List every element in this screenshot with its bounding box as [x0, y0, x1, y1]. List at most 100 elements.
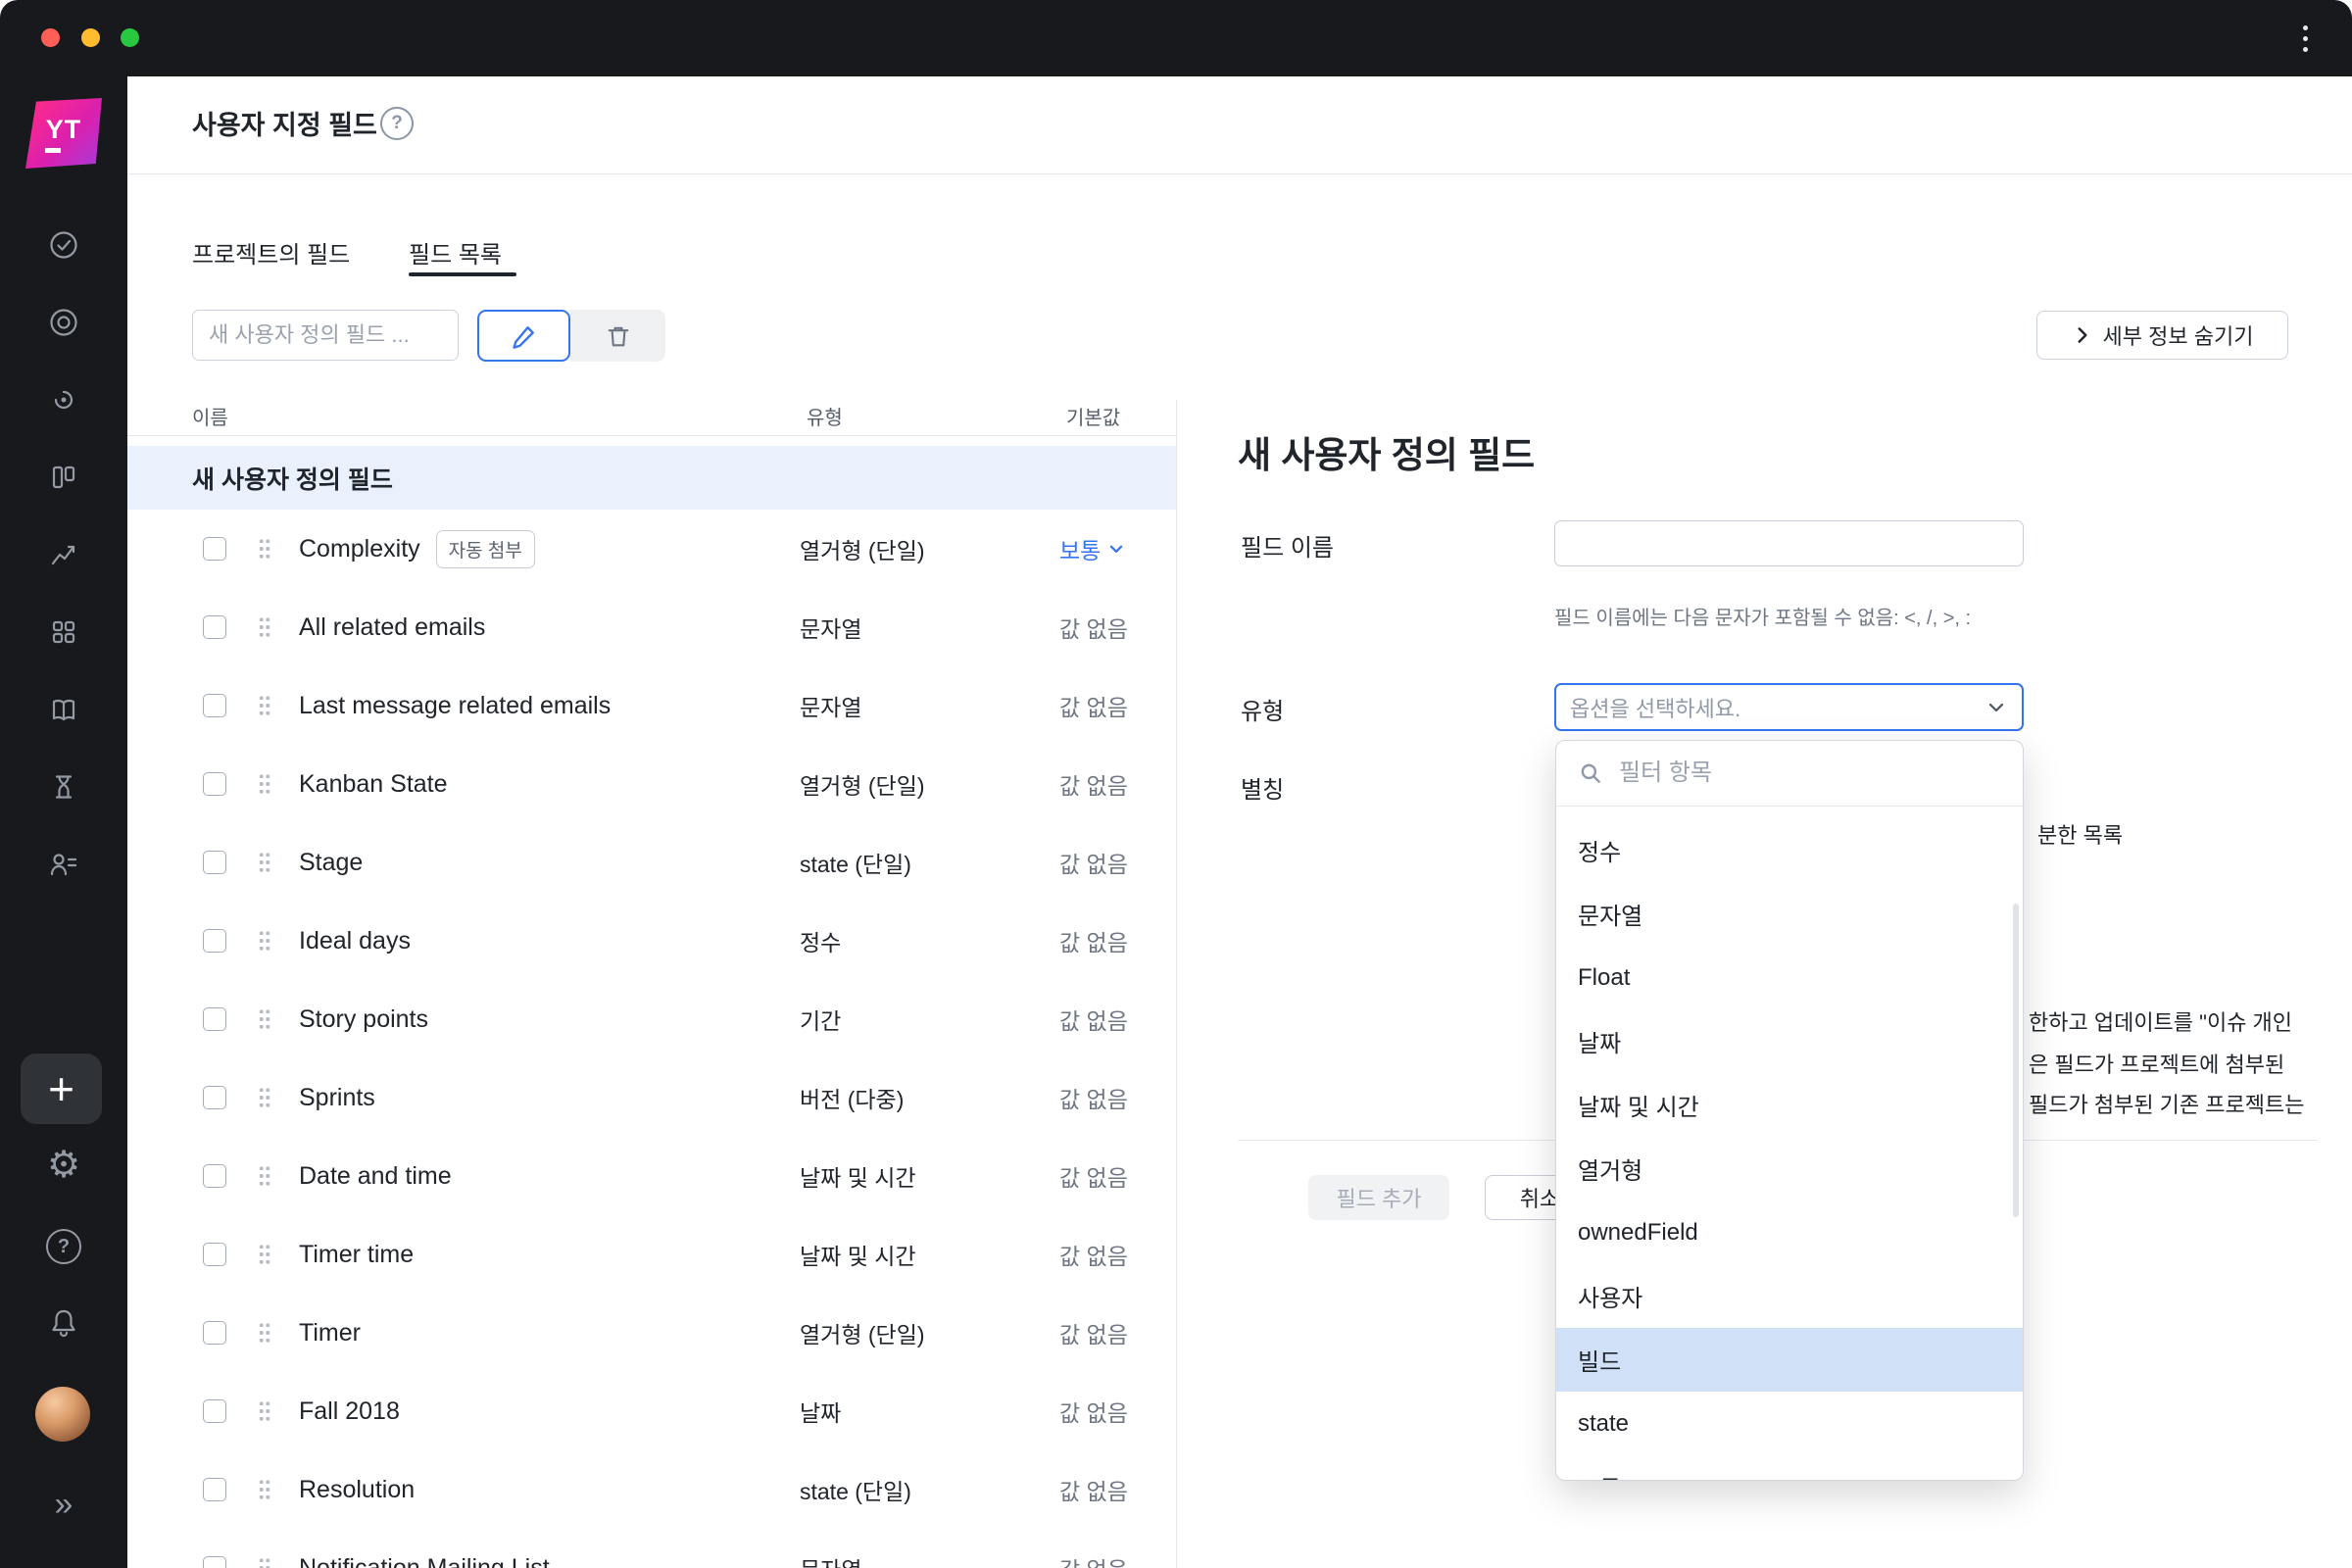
dropdown-option-build[interactable]: 빌드 [1556, 1328, 2023, 1392]
field-name: Timer [299, 1318, 361, 1347]
create-button[interactable]: + [21, 1054, 102, 1124]
table-row[interactable]: Stage state (단일) 값 없음 [127, 823, 1176, 902]
trend-chart-icon[interactable] [47, 538, 80, 571]
field-name-input[interactable] [1554, 520, 2024, 566]
add-field-button[interactable]: 필드 추가 [1308, 1175, 1449, 1220]
youtrack-logo[interactable]: YT [25, 98, 102, 169]
radar-icon[interactable] [47, 383, 80, 416]
target-icon[interactable] [47, 306, 80, 339]
window-menu-kebab-icon[interactable] [2285, 16, 2325, 61]
selected-new-field-row[interactable]: 새 사용자 정의 필드 [127, 446, 1176, 510]
table-row[interactable]: Kanban State 열거형 (단일) 값 없음 [127, 745, 1176, 823]
dropdown-scrollbar[interactable] [2013, 904, 2019, 1217]
dropdown-option-enum[interactable]: 열거형 [1556, 1137, 2023, 1200]
apps-grid-icon[interactable] [47, 615, 80, 649]
help-icon[interactable]: ? [0, 1229, 127, 1264]
drag-handle-icon[interactable] [258, 538, 271, 560]
dropdown-option-datetime[interactable]: 날짜 및 시간 [1556, 1073, 2023, 1137]
minimize-window-button[interactable] [81, 28, 100, 47]
dropdown-option-integer[interactable]: 정수 [1556, 818, 2023, 882]
dropdown-option-user[interactable]: 사용자 [1556, 1264, 2023, 1328]
drag-handle-icon[interactable] [258, 1165, 271, 1187]
dropdown-filter-input[interactable] [1617, 759, 2001, 788]
check-circle-icon[interactable] [47, 228, 80, 262]
notifications-bell-icon[interactable] [0, 1305, 127, 1339]
edit-field-button[interactable] [477, 310, 570, 362]
drag-handle-icon[interactable] [258, 695, 271, 716]
page-help-icon[interactable]: ? [380, 107, 414, 140]
table-row[interactable]: Timer time 날짜 및 시간 값 없음 [127, 1215, 1176, 1294]
hide-details-button[interactable]: 세부 정보 숨기기 [2036, 311, 2288, 360]
hourglass-icon[interactable] [47, 770, 80, 804]
dropdown-option-ownedfield[interactable]: ownedField [1556, 1200, 2023, 1264]
dropdown-option-state[interactable]: state [1556, 1392, 2023, 1455]
type-dropdown: 정수 문자열 Float 날짜 날짜 및 시간 열거형 ownedField 사… [1555, 740, 2024, 1481]
drag-handle-icon[interactable] [258, 930, 271, 952]
main-content: 사용자 지정 필드 ? 프로젝트의 필드 필드 목록 세부 정보 숨기기 이름 … [127, 76, 2352, 1568]
table-row[interactable]: Notification Mailing List 문자열 값 없음 [127, 1529, 1176, 1568]
table-row[interactable]: Sprints 버전 (다중) 값 없음 [127, 1058, 1176, 1137]
new-field-search-input[interactable] [192, 310, 459, 361]
default-value-link[interactable]: 보통 [1059, 532, 1176, 565]
table-row[interactable]: Ideal days 정수 값 없음 [127, 902, 1176, 980]
row-checkbox[interactable] [203, 694, 226, 717]
close-window-button[interactable] [41, 28, 60, 47]
default-value: 값 없음 [1059, 773, 1128, 799]
drag-handle-icon[interactable] [258, 1557, 271, 1568]
row-checkbox[interactable] [203, 1086, 226, 1109]
row-checkbox[interactable] [203, 1321, 226, 1345]
row-checkbox[interactable] [203, 1164, 226, 1188]
default-value: 값 없음 [1059, 1479, 1128, 1504]
zoom-window-button[interactable] [121, 28, 139, 47]
row-checkbox[interactable] [203, 929, 226, 953]
row-checkbox[interactable] [203, 772, 226, 796]
row-checkbox[interactable] [203, 1243, 226, 1266]
drag-handle-icon[interactable] [258, 1244, 271, 1265]
drag-handle-icon[interactable] [258, 1479, 271, 1500]
field-name: Resolution [299, 1475, 416, 1503]
tab-project-fields[interactable]: 프로젝트의 필드 [192, 235, 350, 270]
column-header-default: 기본값 [1066, 408, 1121, 429]
drag-handle-icon[interactable] [258, 1322, 271, 1344]
tab-field-list[interactable]: 필드 목록 [409, 235, 502, 270]
kanban-board-icon[interactable] [47, 461, 80, 494]
header-divider [127, 173, 2352, 174]
dropdown-option-float[interactable]: Float [1556, 946, 2023, 1009]
drag-handle-icon[interactable] [258, 1008, 271, 1030]
row-checkbox[interactable] [203, 615, 226, 639]
row-checkbox[interactable] [203, 1556, 226, 1568]
field-name: Sprints [299, 1083, 375, 1111]
default-value: 값 없음 [1059, 1551, 1176, 1568]
dropdown-option-group[interactable]: 그룹 [1556, 1455, 2023, 1480]
table-row[interactable]: Last message related emails 문자열 값 없음 [127, 666, 1176, 745]
type-select[interactable]: 옵션을 선택하세요. [1554, 683, 2024, 731]
field-name: Fall 2018 [299, 1396, 400, 1425]
drag-handle-icon[interactable] [258, 616, 271, 638]
row-checkbox[interactable] [203, 537, 226, 561]
drag-handle-icon[interactable] [258, 852, 271, 873]
logo-dash [45, 148, 61, 153]
table-row[interactable]: Timer 열거형 (단일) 값 없음 [127, 1294, 1176, 1372]
drag-handle-icon[interactable] [258, 1087, 271, 1108]
table-row[interactable]: Date and time 날짜 및 시간 값 없음 [127, 1137, 1176, 1215]
team-icon[interactable] [47, 848, 80, 881]
row-checkbox[interactable] [203, 851, 226, 874]
row-checkbox[interactable] [203, 1399, 226, 1423]
table-row[interactable]: All related emails 문자열 값 없음 [127, 588, 1176, 666]
book-icon[interactable] [47, 693, 80, 726]
row-checkbox[interactable] [203, 1478, 226, 1501]
dropdown-option-string[interactable]: 문자열 [1556, 882, 2023, 946]
settings-gear-icon[interactable]: ⚙ [0, 1147, 127, 1184]
drag-handle-icon[interactable] [258, 1400, 271, 1422]
table-row[interactable]: Resolution state (단일) 값 없음 [127, 1450, 1176, 1529]
table-row[interactable]: Fall 2018 날짜 값 없음 [127, 1372, 1176, 1450]
user-avatar[interactable] [35, 1387, 90, 1442]
drag-handle-icon[interactable] [258, 773, 271, 795]
table-row[interactable]: Complexity 자동 첨부 열거형 (단일) 보통 [127, 510, 1176, 588]
expand-sidebar-icon[interactable]: » [0, 1486, 127, 1524]
row-checkbox[interactable] [203, 1007, 226, 1031]
delete-field-button[interactable] [570, 310, 665, 362]
field-name: Stage [299, 848, 364, 876]
dropdown-option-date[interactable]: 날짜 [1556, 1009, 2023, 1073]
table-row[interactable]: Story points 기간 값 없음 [127, 980, 1176, 1058]
